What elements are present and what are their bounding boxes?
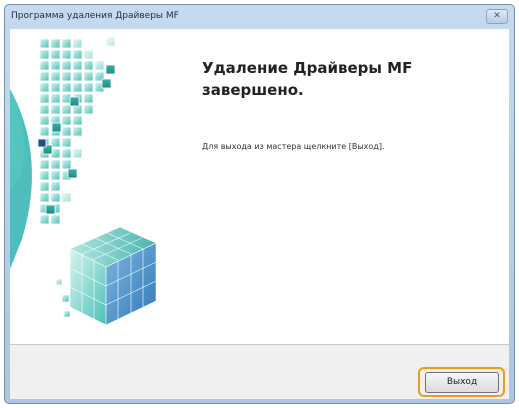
exit-button[interactable]: Выход (425, 372, 499, 393)
close-button[interactable]: ✕ (486, 9, 508, 24)
footer-divider (10, 344, 509, 345)
content-panel: Удаление Драйверы MF завершено. Для выхо… (10, 29, 509, 344)
dialog-client-area: Удаление Драйверы MF завершено. Для выхо… (10, 29, 509, 399)
exit-instruction-text: Для выхода из мастера щелкните [Выход]. (202, 142, 385, 151)
close-icon: ✕ (493, 11, 501, 21)
canon-cube-graphic (10, 36, 157, 326)
window-title: Программа удаления Драйверы MF (11, 11, 179, 21)
title-bar[interactable]: Программа удаления Драйверы MF ✕ (5, 5, 514, 29)
completion-heading: Удаление Драйверы MF завершено. (202, 59, 413, 99)
installer-window: Программа удаления Драйверы MF ✕ Удалени… (4, 4, 515, 404)
